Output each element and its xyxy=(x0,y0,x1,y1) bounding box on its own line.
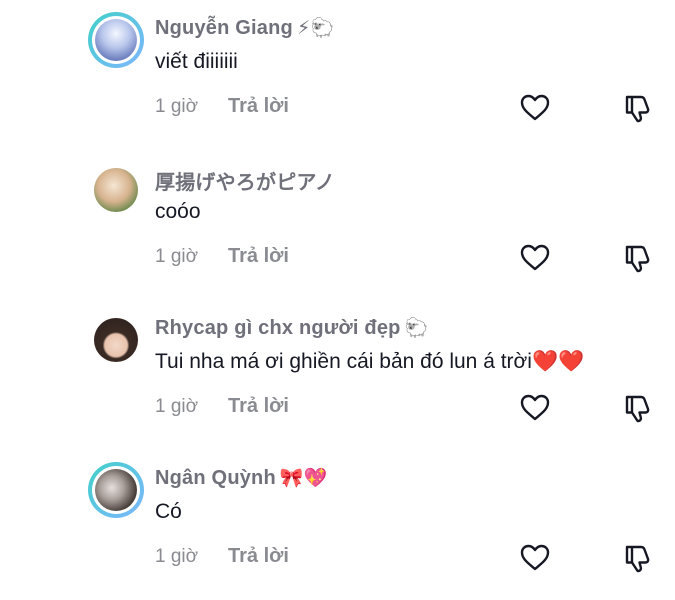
hearts-emoji: ❤️❤️ xyxy=(531,350,585,373)
thumbs-down-outline-icon[interactable] xyxy=(621,242,653,274)
thumbs-down-outline-icon[interactable] xyxy=(621,392,653,424)
comment-item: Rhycap gì chx người đẹp 🐑 Tui nha má ơi g… xyxy=(0,300,675,450)
heart-outline-icon[interactable] xyxy=(519,92,551,124)
reply-button[interactable]: Trả lời xyxy=(228,395,289,418)
comment-text: viết điiiiiii xyxy=(155,50,238,73)
avatar[interactable] xyxy=(88,462,144,518)
comment-item: Nguyễn Giang ⚡🐑 viết điiiiiii 1 giờ Trả l… xyxy=(0,0,675,150)
username-badge: 🐑 xyxy=(404,318,429,339)
comment-item: Ngân Quỳnh 🎀💖 Có 1 giờ Trả lời xyxy=(0,450,675,600)
comment-time: 1 giờ xyxy=(155,96,199,117)
username[interactable]: Nguyễn Giang ⚡🐑 xyxy=(155,16,334,40)
username[interactable]: Ngân Quỳnh 🎀💖 xyxy=(155,466,328,490)
comment-time: 1 giờ xyxy=(155,396,199,417)
comment-item: 厚揚げやろがピアノ coóo 1 giờ Trả lời xyxy=(0,150,675,300)
comment-text: Có xyxy=(155,500,182,523)
comment-text: coóo xyxy=(155,200,201,223)
username[interactable]: Rhycap gì chx người đẹp 🐑 xyxy=(155,316,428,340)
reply-button[interactable]: Trả lời xyxy=(228,545,289,568)
avatar[interactable] xyxy=(94,168,138,212)
comment-time: 1 giờ xyxy=(155,246,199,267)
thumbs-down-outline-icon[interactable] xyxy=(621,92,653,124)
heart-outline-icon[interactable] xyxy=(519,542,551,574)
comment-text: Tui nha má ơi ghiền cái bản đó lun á trờ… xyxy=(155,350,585,373)
reply-button[interactable]: Trả lời xyxy=(228,95,289,118)
username[interactable]: 厚揚げやろがピアノ xyxy=(155,166,335,195)
username-badge: 🎀💖 xyxy=(279,468,328,489)
thumbs-down-outline-icon[interactable] xyxy=(621,542,653,574)
reply-button[interactable]: Trả lời xyxy=(228,245,289,268)
heart-outline-icon[interactable] xyxy=(519,392,551,424)
username-badge: ⚡🐑 xyxy=(296,18,335,39)
avatar[interactable] xyxy=(88,12,144,68)
avatar[interactable] xyxy=(94,318,138,362)
comment-time: 1 giờ xyxy=(155,546,199,567)
heart-outline-icon[interactable] xyxy=(519,242,551,274)
